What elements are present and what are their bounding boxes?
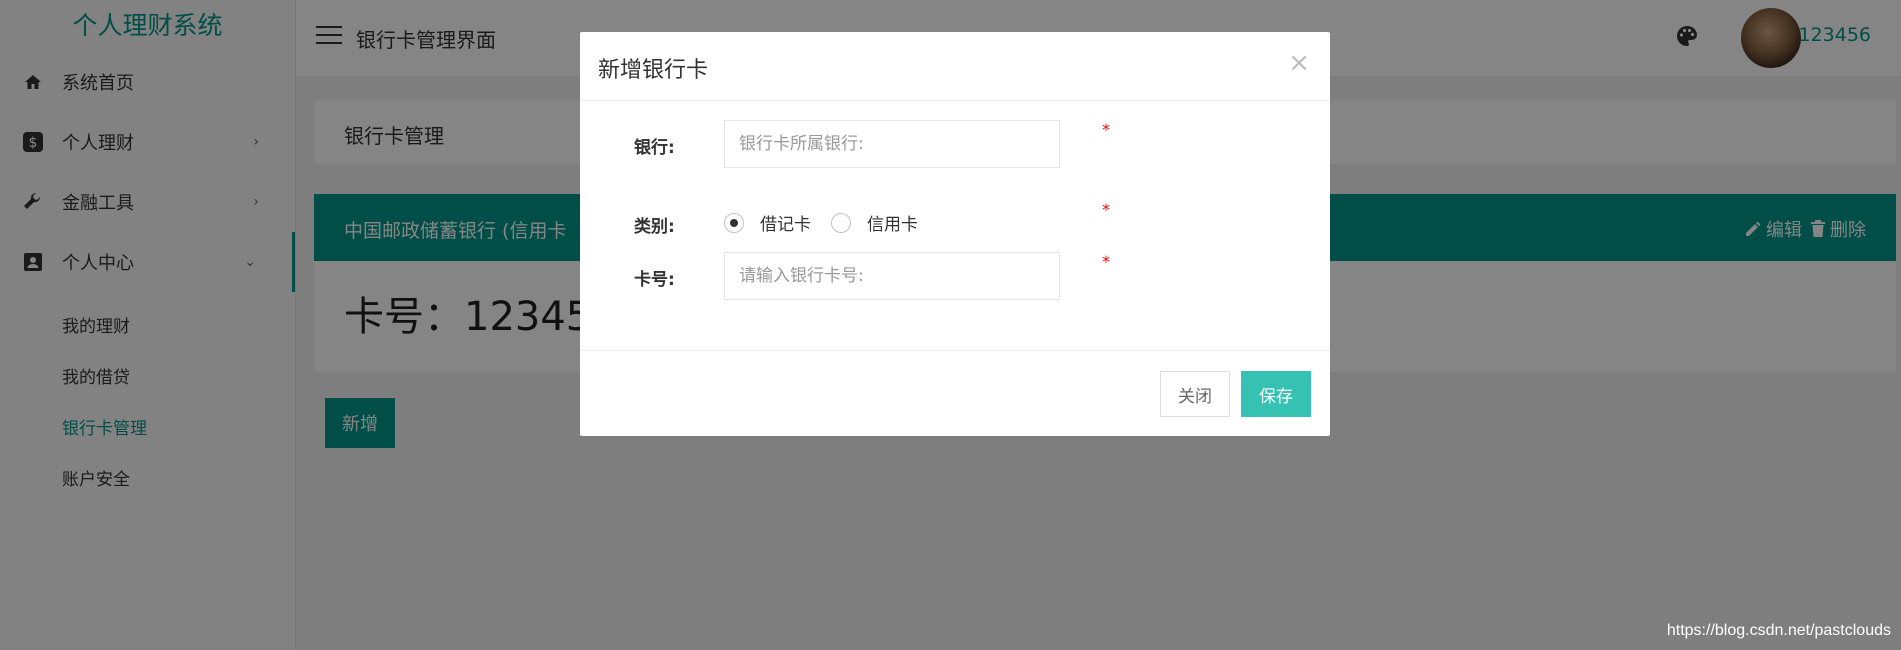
card-number-label: 卡号: xyxy=(634,270,675,290)
bank-label: 银行: xyxy=(634,138,675,158)
modal-header: 新增银行卡 × xyxy=(580,32,1330,101)
close-button[interactable]: 关闭 xyxy=(1160,371,1230,417)
type-form-row: 类别: 借记卡 信用卡 * xyxy=(580,200,1330,240)
modal-title: 新增银行卡 xyxy=(598,58,709,83)
add-bank-card-modal: 新增银行卡 × 银行: * 类别: 借记卡 信用卡 * 卡号: * 关闭 保存 xyxy=(580,32,1330,436)
modal-footer: 关闭 保存 xyxy=(580,350,1330,436)
close-icon[interactable]: × xyxy=(1288,48,1310,78)
radio-label: 信用卡 xyxy=(867,215,918,235)
required-mark: * xyxy=(1102,252,1110,271)
required-mark: * xyxy=(1102,120,1110,139)
save-button[interactable]: 保存 xyxy=(1241,371,1311,417)
radio-checked-icon xyxy=(724,212,744,233)
bank-input[interactable] xyxy=(724,120,1060,168)
bank-form-row: 银行: * xyxy=(580,120,1330,168)
radio-debit-card[interactable]: 借记卡 xyxy=(724,210,811,235)
radio-label: 借记卡 xyxy=(760,215,811,235)
card-number-form-row: 卡号: * xyxy=(580,252,1330,300)
card-number-input[interactable] xyxy=(724,252,1060,300)
watermark: https://blog.csdn.net/pastclouds xyxy=(1666,622,1891,639)
required-mark: * xyxy=(1102,200,1110,219)
radio-unchecked-icon xyxy=(831,212,851,233)
radio-credit-card[interactable]: 信用卡 xyxy=(831,210,918,235)
type-label: 类别: xyxy=(634,217,675,237)
